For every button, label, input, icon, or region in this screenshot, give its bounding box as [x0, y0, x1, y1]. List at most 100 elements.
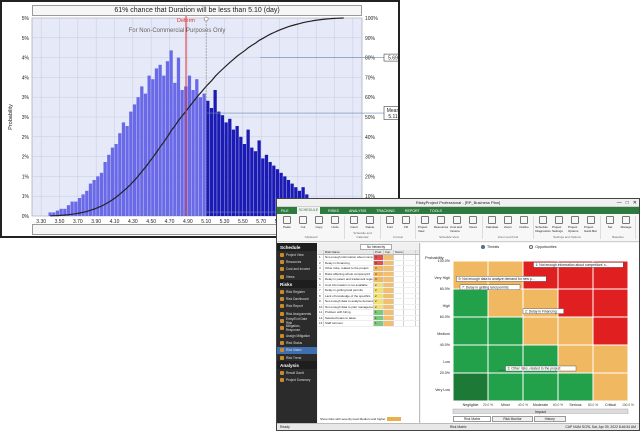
histogram-bar [224, 122, 228, 216]
nav-item[interactable]: Project Summary [277, 376, 317, 383]
nav-item[interactable]: Assign Mitigation [277, 332, 317, 339]
ribbon-button-label: Delete [365, 225, 375, 229]
nav-item-label: Mitigation, Response [285, 324, 301, 333]
table-cell [384, 299, 394, 304]
nav-item[interactable]: Cost and Income [277, 266, 317, 273]
column-header[interactable]: Imp [384, 250, 394, 254]
ribbon-button[interactable]: Cost and Income [450, 216, 464, 233]
maximize-button[interactable]: □ [626, 200, 629, 206]
nav-item[interactable]: Risk Matrix [277, 346, 317, 354]
table-cell: Delay in patent and trademark regis [325, 277, 374, 282]
ribbon-button[interactable]: Cut [296, 216, 310, 229]
column-header[interactable]: Prob [374, 250, 384, 254]
tab-history[interactable]: History [533, 416, 566, 422]
nav-item-icon [280, 348, 284, 353]
mean-callout-text: 5.11 [388, 114, 398, 120]
column-header[interactable] [404, 250, 416, 254]
ribbon-button[interactable]: Calculate [485, 216, 499, 229]
ribbon-button-icon [622, 216, 630, 224]
ribbon-button[interactable]: Project Gantt Bar [584, 216, 598, 233]
ribbon-button[interactable]: Undo [328, 216, 342, 229]
table-row[interactable]: 13 Staff turnover 1 [318, 321, 419, 327]
tab-file[interactable]: FILE [279, 209, 291, 213]
tab-tracking[interactable]: TRACKING [374, 209, 397, 213]
nav-item[interactable]: Risk Register [277, 288, 317, 295]
table-cell [394, 315, 404, 320]
ribbon-button[interactable]: Schedule Diagnostics [535, 216, 551, 233]
table-cell [384, 293, 394, 298]
nav-item-icon [280, 289, 284, 294]
matrix-y-label: Low [443, 360, 450, 364]
nav-section-title[interactable]: Risks [277, 280, 317, 289]
column-header[interactable]: Risk Name [324, 250, 374, 254]
nav-item[interactable]: Risk Report [277, 303, 317, 310]
nav-section-title[interactable]: Schedule [277, 243, 317, 251]
ribbon-button[interactable]: Project Options [568, 216, 582, 233]
navigation-sidebar: Schedule Project View Resources Cost and In… [277, 243, 317, 424]
ribbon-button[interactable]: Paste [280, 216, 294, 229]
nav-item-icon [280, 304, 284, 309]
table-cell: Not enough data to analyze demand [325, 299, 374, 304]
ribbon-button-label: Copy [315, 225, 323, 229]
ribbon-button[interactable]: Views [466, 216, 480, 233]
nav-item[interactable]: Risk Status [277, 339, 317, 346]
nav-item[interactable]: Views [277, 273, 317, 280]
nav-item[interactable]: Result Gantt [277, 369, 317, 376]
ribbon-button[interactable]: Zoom [501, 216, 515, 229]
histogram-bar [209, 108, 214, 216]
ribbon-button[interactable]: Delete [363, 216, 377, 229]
ribbon-button[interactable]: Resources [434, 216, 448, 233]
tab-tools[interactable]: TOOLS [428, 209, 444, 213]
column-header[interactable]: Score [394, 250, 404, 254]
ribbon-button[interactable]: Project Settings [552, 216, 566, 233]
severity-swatch[interactable] [387, 417, 402, 421]
nav-section-title[interactable]: Analysis [277, 361, 317, 370]
tab-risk-monitor[interactable]: Risk Monitor [492, 416, 533, 422]
table-cell: Not enough data to plan manageme [325, 304, 374, 309]
window-title: RiskyProject Professional - [RP_Business… [415, 200, 501, 205]
nav-item[interactable]: Mitigation, Response [277, 324, 317, 333]
table-cell [384, 315, 394, 320]
opportunities-radio[interactable]: Opportunities [529, 245, 557, 250]
histogram-bar [261, 158, 265, 216]
ribbon-button[interactable]: Font [383, 216, 397, 229]
close-button[interactable]: ✕ [633, 200, 637, 206]
y-tick-label-right: 50% [365, 115, 376, 121]
nav-item[interactable]: Project View [277, 251, 317, 258]
nav-item[interactable]: Risk Trend [277, 354, 317, 361]
ribbon-button[interactable]: Set [603, 216, 617, 229]
filter-dropdown[interactable]: No hierarchy [360, 243, 393, 250]
nav-item[interactable]: Resources [277, 258, 317, 265]
nav-item-icon [280, 370, 284, 375]
ribbon-button[interactable]: Fill [399, 216, 413, 229]
tab-risks[interactable]: RISKS [326, 209, 341, 213]
ribbon-group: Insert Delete Schedule and Calendar [347, 216, 381, 239]
tab-risk-matrix[interactable]: Risk Matrix [453, 416, 492, 422]
split-handle [203, 16, 209, 22]
y-tick-label-left: 3% [22, 95, 30, 101]
tab-report[interactable]: REPORT [403, 209, 422, 213]
ribbon-button[interactable]: Insert [347, 216, 361, 229]
matrix-x-pct-label: 80.0 % [588, 403, 598, 407]
threats-radio[interactable]: Threats [481, 245, 499, 250]
y-tick-label-left: 1% [22, 194, 30, 200]
title-bar: RiskyProject Professional - [RP_Business… [277, 199, 639, 207]
matrix-x-label: Moderate [533, 403, 548, 407]
risk-matrix-panel: Threats Opportunities Probability 100.0% V… [421, 243, 639, 424]
ribbon-button[interactable]: Project View [418, 216, 432, 233]
ribbon-button-icon [437, 216, 445, 224]
ribbon-button[interactable]: Manage [619, 216, 633, 229]
table-cell [394, 260, 404, 265]
histogram-bar [268, 162, 272, 216]
histogram-bar [151, 79, 155, 216]
nav-item-icon [280, 319, 284, 324]
ribbon-button[interactable]: Copy [312, 216, 326, 229]
table-cell [404, 321, 416, 326]
tab-analysis[interactable]: ANALYSIS [347, 209, 368, 213]
ribbon-button[interactable]: Outline [517, 216, 531, 229]
tab-schedule[interactable]: SCHEDULE [296, 207, 321, 214]
nav-item[interactable]: Risk Dashboard [277, 295, 317, 302]
table-cell [394, 299, 404, 304]
nav-item-label: Project Summary [286, 378, 311, 383]
minimize-button[interactable]: — [617, 200, 622, 206]
